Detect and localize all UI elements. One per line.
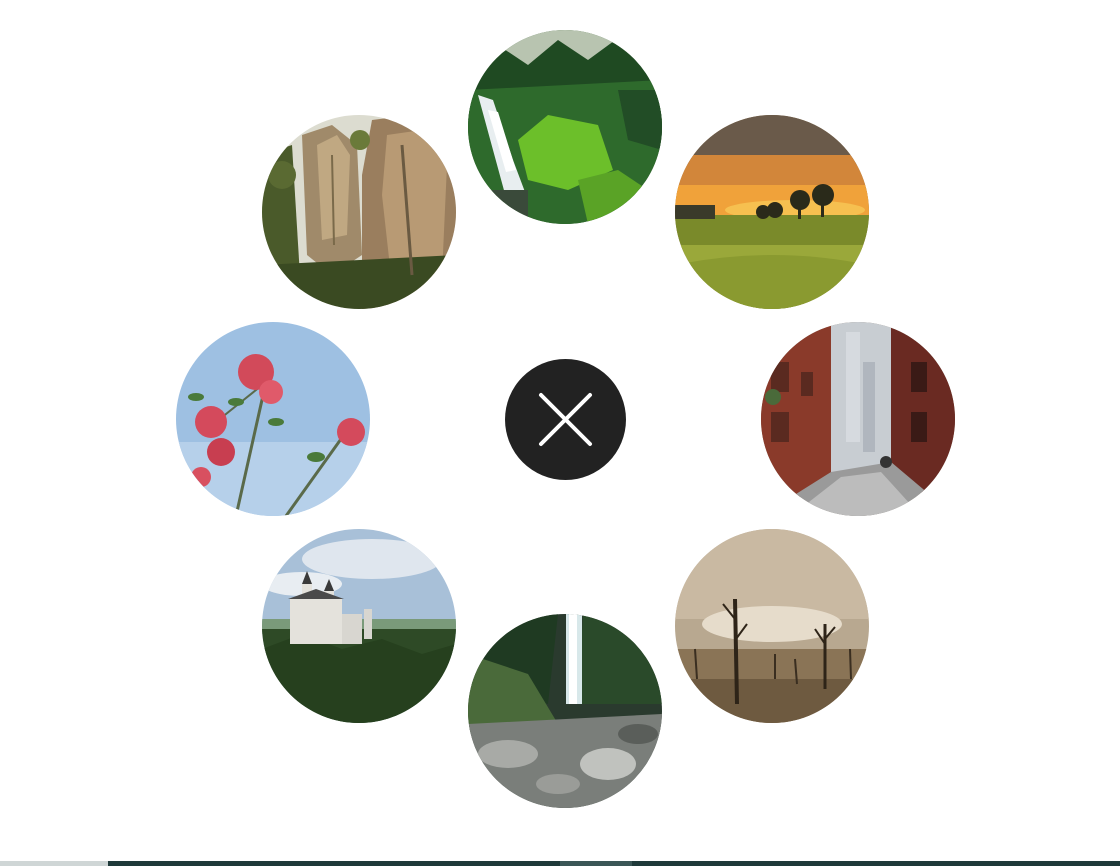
photo-item-rock-cliffs[interactable] <box>262 115 456 309</box>
pink-flowers-photo <box>176 322 370 516</box>
waterfall-forest-photo <box>468 30 662 224</box>
photo-item-castle[interactable] <box>262 529 456 723</box>
close-button[interactable] <box>505 359 626 480</box>
waterfall-rocks-photo <box>468 614 662 808</box>
bottom-bar-segment <box>0 861 108 866</box>
photo-item-waterfall-forest[interactable] <box>468 30 662 224</box>
castle-photo <box>262 529 456 723</box>
photo-item-dead-trees[interactable] <box>675 529 869 723</box>
sunset-field-photo <box>675 115 869 309</box>
dead-trees-photo <box>675 529 869 723</box>
close-icon <box>539 393 592 446</box>
radial-photo-menu <box>0 0 1120 866</box>
photo-item-waterfall-rocks[interactable] <box>468 614 662 808</box>
photo-item-sunset-field[interactable] <box>675 115 869 309</box>
bottom-bar-segment <box>560 861 632 866</box>
city-alley-photo <box>761 322 955 516</box>
photo-item-city-alley[interactable] <box>761 322 955 516</box>
bottom-bar <box>0 861 1120 866</box>
photo-item-pink-flowers[interactable] <box>176 322 370 516</box>
rock-cliffs-photo <box>262 115 456 309</box>
